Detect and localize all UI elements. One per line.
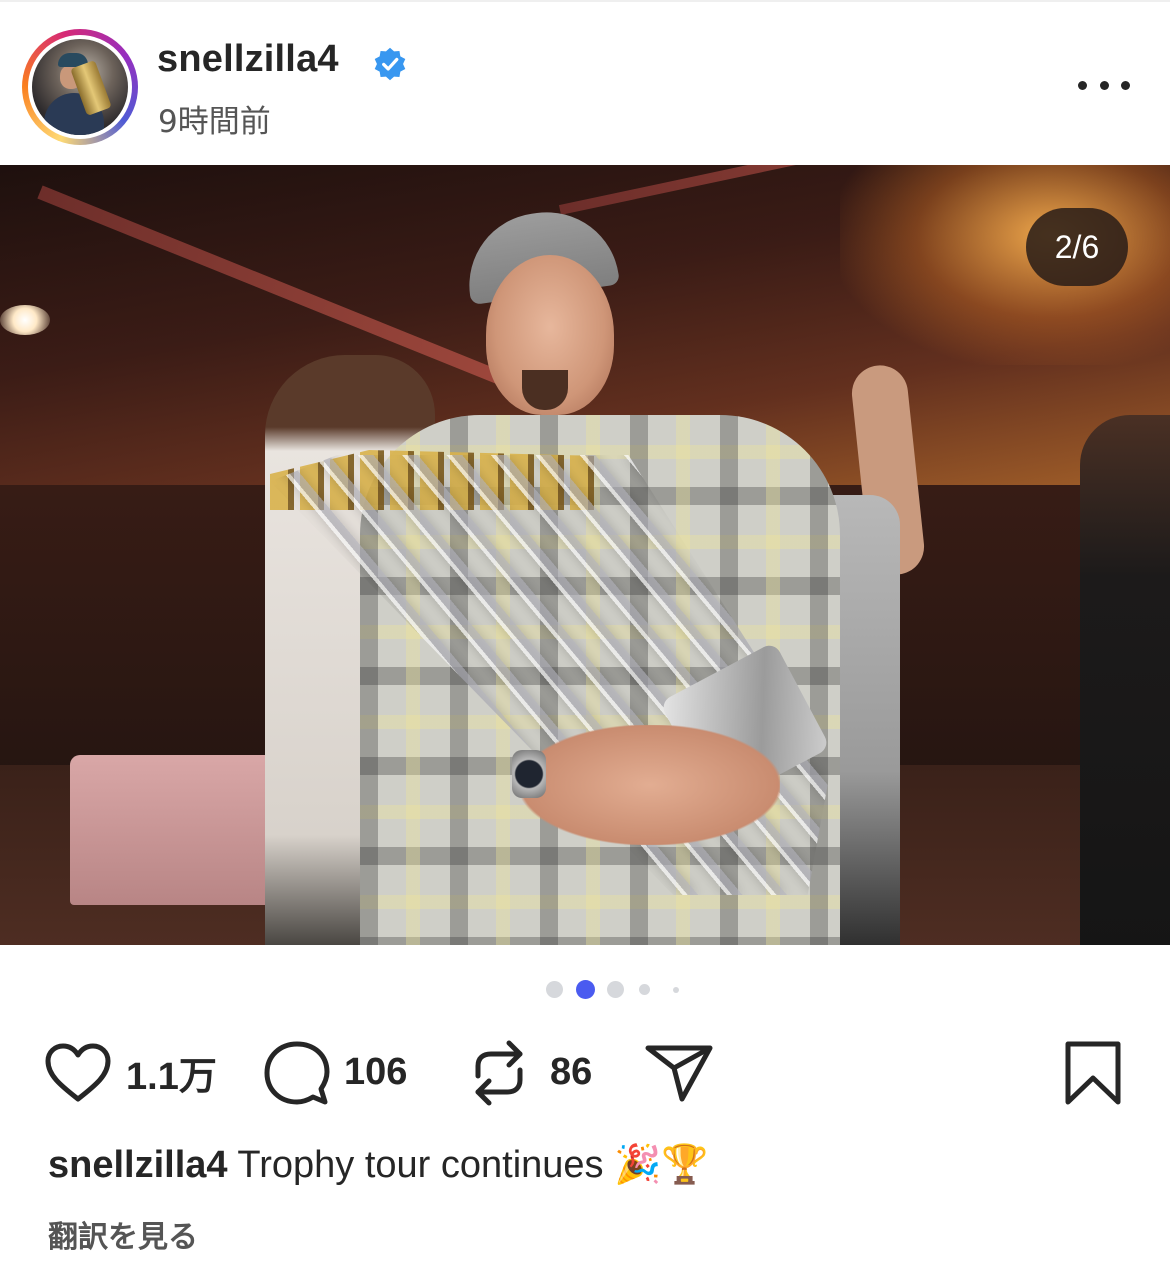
- caption-emoji: 🎉🏆: [614, 1142, 709, 1186]
- send-icon: [645, 1045, 713, 1101]
- repost-button[interactable]: 86: [470, 1035, 592, 1110]
- verified-badge-icon: [374, 47, 406, 81]
- bookmark-icon: [1065, 1041, 1121, 1104]
- post-header: snellzilla4 9時間前: [0, 0, 1170, 165]
- like-count: 1.1万: [126, 1056, 217, 1098]
- avatar[interactable]: [22, 29, 138, 145]
- post-timestamp: 9時間前: [158, 104, 271, 140]
- photo-beard: [522, 370, 568, 410]
- photo-lamp: [0, 305, 50, 335]
- avatar-photo: [32, 39, 128, 135]
- more-horizontal-icon-dot: [1099, 80, 1109, 90]
- caption-username[interactable]: snellzilla4: [48, 1144, 228, 1186]
- carousel-dot-active[interactable]: [576, 980, 595, 999]
- photo-person-far-right: [1080, 415, 1170, 945]
- carousel-dot[interactable]: [673, 987, 679, 993]
- carousel-dot[interactable]: [639, 984, 650, 995]
- translate-link[interactable]: 翻訳を見る: [48, 1212, 198, 1256]
- post-photo[interactable]: [0, 165, 1170, 945]
- like-button[interactable]: 1.1万: [44, 1035, 217, 1110]
- image-counter: 2/6: [1026, 208, 1128, 286]
- carousel-dot[interactable]: [546, 981, 563, 998]
- repost-count: 86: [550, 1051, 593, 1093]
- carousel-dots: [0, 980, 1170, 1000]
- photo-watch: [512, 750, 546, 798]
- comment-button[interactable]: 106: [264, 1035, 407, 1110]
- carousel-dot[interactable]: [607, 981, 624, 998]
- share-button[interactable]: [644, 1035, 714, 1110]
- repost-icon: [475, 1040, 523, 1105]
- more-options-button[interactable]: [1078, 70, 1130, 100]
- username[interactable]: snellzilla4: [157, 38, 339, 81]
- comment-bubble-icon: [264, 1041, 330, 1104]
- more-horizontal-icon: [1078, 80, 1087, 90]
- heart-icon: [45, 1043, 111, 1101]
- caption-text: Trophy tour continues: [237, 1144, 604, 1186]
- avatar-frame: [28, 35, 132, 139]
- photo-hands: [520, 725, 780, 845]
- more-horizontal-icon-dot: [1121, 80, 1130, 90]
- action-bar: 1.1万 106 86: [0, 1035, 1170, 1110]
- save-button[interactable]: [1064, 1035, 1122, 1110]
- comment-count: 106: [344, 1051, 408, 1093]
- post-caption: snellzilla4 Trophy tour continues 🎉🏆: [48, 1142, 1128, 1187]
